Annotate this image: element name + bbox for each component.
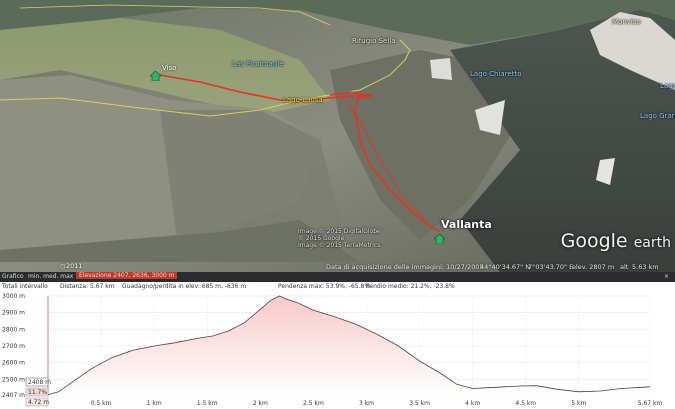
x-tick-label: 2.5 km (303, 400, 324, 407)
x-tick-label: 5.67 km (638, 400, 663, 407)
clock-icon: ◷ (60, 262, 66, 270)
cursor-percent: 11.7% (28, 389, 47, 396)
close-icon[interactable]: × (662, 273, 671, 282)
place-label-lago-right: Lago (660, 82, 675, 90)
x-tick-label: 3.5 km (409, 400, 430, 407)
profile-header-row1: Grafico min. med. max Elevazione 2407, 2… (0, 272, 675, 282)
place-label-lago-lausa: Lago Lausa (283, 96, 323, 104)
elevation-readout: elev. 2807 m (572, 263, 615, 271)
x-tick-label: 5 km (571, 400, 586, 407)
avg-slope-value: Pendio medio: 21.2%, -23.8% (366, 283, 455, 290)
cursor-readout: 2408 m 11.7% 4.72 m (25, 377, 51, 407)
y-tick-label: 2700 m (2, 343, 25, 350)
altitude-label: alt (620, 263, 629, 271)
altitude-readout: 5.63 km (632, 263, 659, 271)
y-tick-label: 2500 m (2, 376, 25, 383)
x-tick-label: 1 km (147, 400, 162, 407)
y-tick-label: 3000 m (2, 293, 25, 300)
home-marker-icon[interactable] (149, 66, 162, 82)
y-tick-label: 2600 m (2, 360, 25, 367)
place-label-rifugio: Rifugio Sella (352, 37, 396, 45)
longitude-readout: 7°03'43.70" E (528, 263, 574, 271)
x-tick-label: 1.5 km (197, 400, 218, 407)
place-label-vallanta[interactable]: Vallanta (441, 218, 492, 231)
google-earth-logo: Google earth (560, 230, 671, 252)
x-tick-label: 2 km (253, 400, 268, 407)
y-tick-label: 2800 m (2, 326, 25, 333)
elevation-chart[interactable]: 3000 m 2900 m 2800 m 2700 m 2600 m 2500 m 2407… (0, 292, 675, 409)
x-tick-label: 0.5 km (91, 400, 112, 407)
gain-loss-value: Guadagno/perdita in elev: 685 m, -636 m (122, 283, 247, 290)
y-tick-label: 2900 m (2, 310, 25, 317)
place-label-chiaretto: Lago Chiaretto (470, 70, 522, 78)
place-label-piccimaule: Las Piccimaule (232, 60, 284, 68)
x-tick-label: 4.5 km (515, 400, 536, 407)
totals-label: Totali intervallo (2, 283, 48, 290)
minmax-label: min. med. max (28, 273, 74, 280)
place-label-viso[interactable]: Viso (162, 64, 177, 72)
max-slope-value: Pendenza max: 53.9%, -65.8% (278, 283, 371, 290)
imagery-attribution: Image © 2015 DigitalGlobe © 2015 Google … (298, 228, 381, 249)
x-tick-label: 3 km (359, 400, 374, 407)
map-view[interactable]: Viso Las Piccimaule Lago Lausa Rifugio S… (0, 0, 675, 272)
x-tick-label: 4 km (465, 400, 480, 407)
imagery-year: 2011 (66, 262, 83, 270)
latitude-readout: 44°40'34.67" N (480, 263, 531, 271)
profile-header-row2: Totali intervallo Distanza: 5.67 km Guad… (0, 282, 675, 292)
y-tick-label: 2407 m (2, 392, 25, 399)
elevation-selector[interactable]: Elevazione 2407, 2636, 3000 m (76, 272, 178, 279)
place-label-monviso: Monviso (612, 18, 641, 26)
graph-label: Grafico (2, 273, 24, 280)
place-label-lago-grande: Lago Grande (640, 112, 675, 120)
cursor-elevation: 2408 m (28, 379, 51, 386)
distance-value: Distanza: 5.67 km (60, 283, 115, 290)
acquisition-date: Data di acquisizione delle immagini: 10/… (326, 263, 484, 271)
cursor-distance: 4.72 m (28, 399, 49, 406)
